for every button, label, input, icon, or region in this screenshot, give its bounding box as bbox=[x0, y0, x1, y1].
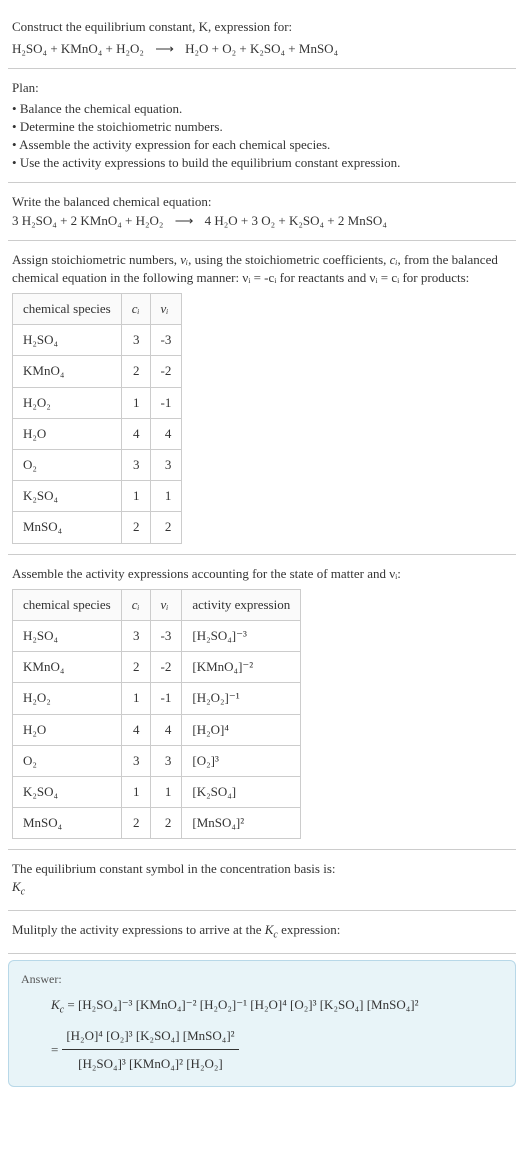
eq-right: 4 H₂O + 3 O₂ + K₂SO₄ + 2 MnSO₄ bbox=[205, 213, 387, 228]
col-species: chemical species bbox=[13, 589, 122, 620]
numerator: [H₂O]⁴ [O₂]³ [K₂SO₄] [MnSO₄]² bbox=[62, 1024, 238, 1050]
stoich-description: Assign stoichiometric numbers, νᵢ, using… bbox=[12, 251, 512, 287]
arrow-icon: ⟶ bbox=[175, 213, 194, 228]
col-vi: νᵢ bbox=[150, 294, 182, 325]
table-row: H₂SO₄3-3[H₂SO₄]⁻³ bbox=[13, 620, 301, 651]
plan-item: Assemble the activity expression for eac… bbox=[12, 136, 512, 154]
balanced-section: Write the balanced chemical equation: 3 … bbox=[8, 183, 516, 240]
table-row: O₂33 bbox=[13, 450, 182, 481]
table-row: H₂O₂1-1[H₂O₂]⁻¹ bbox=[13, 683, 301, 714]
intro-equation: H₂SO₄ + KMnO₄ + H₂O₂ ⟶ H₂O + O₂ + K₂SO₄ … bbox=[12, 40, 512, 58]
eq-left: 3 H₂SO₄ + 2 KMnO₄ + H₂O₂ bbox=[12, 213, 163, 228]
multiply-text: Mulitply the activity expressions to arr… bbox=[12, 921, 512, 943]
answer-box: Answer: Kc = [H₂SO₄]⁻³ [KMnO₄]⁻² [H₂O₂]⁻… bbox=[8, 960, 516, 1087]
table-header-row: chemical species cᵢ νᵢ bbox=[13, 294, 182, 325]
col-ci: cᵢ bbox=[121, 294, 150, 325]
plan-section: Plan: Balance the chemical equation. Det… bbox=[8, 69, 516, 183]
kc-symbol-text: The equilibrium constant symbol in the c… bbox=[12, 860, 512, 878]
table-row: O₂33[O₂]³ bbox=[13, 745, 301, 776]
kc-symbol: Kc bbox=[12, 878, 512, 900]
plan-item: Determine the stoichiometric numbers. bbox=[12, 118, 512, 136]
plan-item: Balance the chemical equation. bbox=[12, 100, 512, 118]
stoich-section: Assign stoichiometric numbers, νᵢ, using… bbox=[8, 241, 516, 555]
eq-right: H₂O + O₂ + K₂SO₄ + MnSO₄ bbox=[185, 41, 338, 56]
table-header-row: chemical species cᵢ νᵢ activity expressi… bbox=[13, 589, 301, 620]
eq-left: H₂SO₄ + KMnO₄ + H₂O₂ bbox=[12, 41, 144, 56]
plan-item: Use the activity expressions to build th… bbox=[12, 154, 512, 172]
table-row: MnSO₄22 bbox=[13, 512, 182, 543]
fraction: [H₂O]⁴ [O₂]³ [K₂SO₄] [MnSO₄]² [H₂SO₄]³ [… bbox=[62, 1024, 238, 1076]
table-row: H₂O₂1-1 bbox=[13, 387, 182, 418]
balanced-title: Write the balanced chemical equation: bbox=[12, 193, 512, 211]
answer-line2: = [H₂O]⁴ [O₂]³ [K₂SO₄] [MnSO₄]² [H₂SO₄]³… bbox=[51, 1024, 503, 1076]
activity-description: Assemble the activity expressions accoun… bbox=[12, 565, 512, 583]
col-species: chemical species bbox=[13, 294, 122, 325]
table-row: H₂O44 bbox=[13, 418, 182, 449]
intro-line1: Construct the equilibrium constant, K, e… bbox=[12, 19, 292, 34]
table-row: K₂SO₄11 bbox=[13, 481, 182, 512]
kc-symbol-section: The equilibrium constant symbol in the c… bbox=[8, 850, 516, 911]
intro-section: Construct the equilibrium constant, K, e… bbox=[8, 8, 516, 69]
table-row: KMnO₄2-2 bbox=[13, 356, 182, 387]
activity-section: Assemble the activity expressions accoun… bbox=[8, 555, 516, 851]
col-vi: νᵢ bbox=[150, 589, 182, 620]
arrow-icon: ⟶ bbox=[155, 41, 174, 56]
intro-text: Construct the equilibrium constant, K, e… bbox=[12, 18, 512, 36]
col-ci: cᵢ bbox=[121, 589, 150, 620]
table-row: H₂SO₄3-3 bbox=[13, 325, 182, 356]
stoich-table: chemical species cᵢ νᵢ H₂SO₄3-3 KMnO₄2-2… bbox=[12, 293, 182, 544]
multiply-section: Mulitply the activity expressions to arr… bbox=[8, 911, 516, 954]
plan-title: Plan: bbox=[12, 79, 512, 97]
table-row: KMnO₄2-2[KMnO₄]⁻² bbox=[13, 652, 301, 683]
balanced-equation: 3 H₂SO₄ + 2 KMnO₄ + H₂O₂ ⟶ 4 H₂O + 3 O₂ … bbox=[12, 212, 512, 230]
table-row: MnSO₄22[MnSO₄]² bbox=[13, 808, 301, 839]
col-expr: activity expression bbox=[182, 589, 301, 620]
activity-table: chemical species cᵢ νᵢ activity expressi… bbox=[12, 589, 301, 840]
table-row: H₂O44[H₂O]⁴ bbox=[13, 714, 301, 745]
answer-label: Answer: bbox=[21, 971, 503, 988]
plan-list: Balance the chemical equation. Determine… bbox=[12, 100, 512, 173]
answer-line1: Kc = [H₂SO₄]⁻³ [KMnO₄]⁻² [H₂O₂]⁻¹ [H₂O]⁴… bbox=[51, 993, 503, 1020]
denominator: [H₂SO₄]³ [KMnO₄]² [H₂O₂] bbox=[62, 1050, 238, 1075]
answer-content: Kc = [H₂SO₄]⁻³ [KMnO₄]⁻² [H₂O₂]⁻¹ [H₂O]⁴… bbox=[21, 993, 503, 1075]
equals-sign: = bbox=[51, 1038, 58, 1061]
table-row: K₂SO₄11[K₂SO₄] bbox=[13, 776, 301, 807]
